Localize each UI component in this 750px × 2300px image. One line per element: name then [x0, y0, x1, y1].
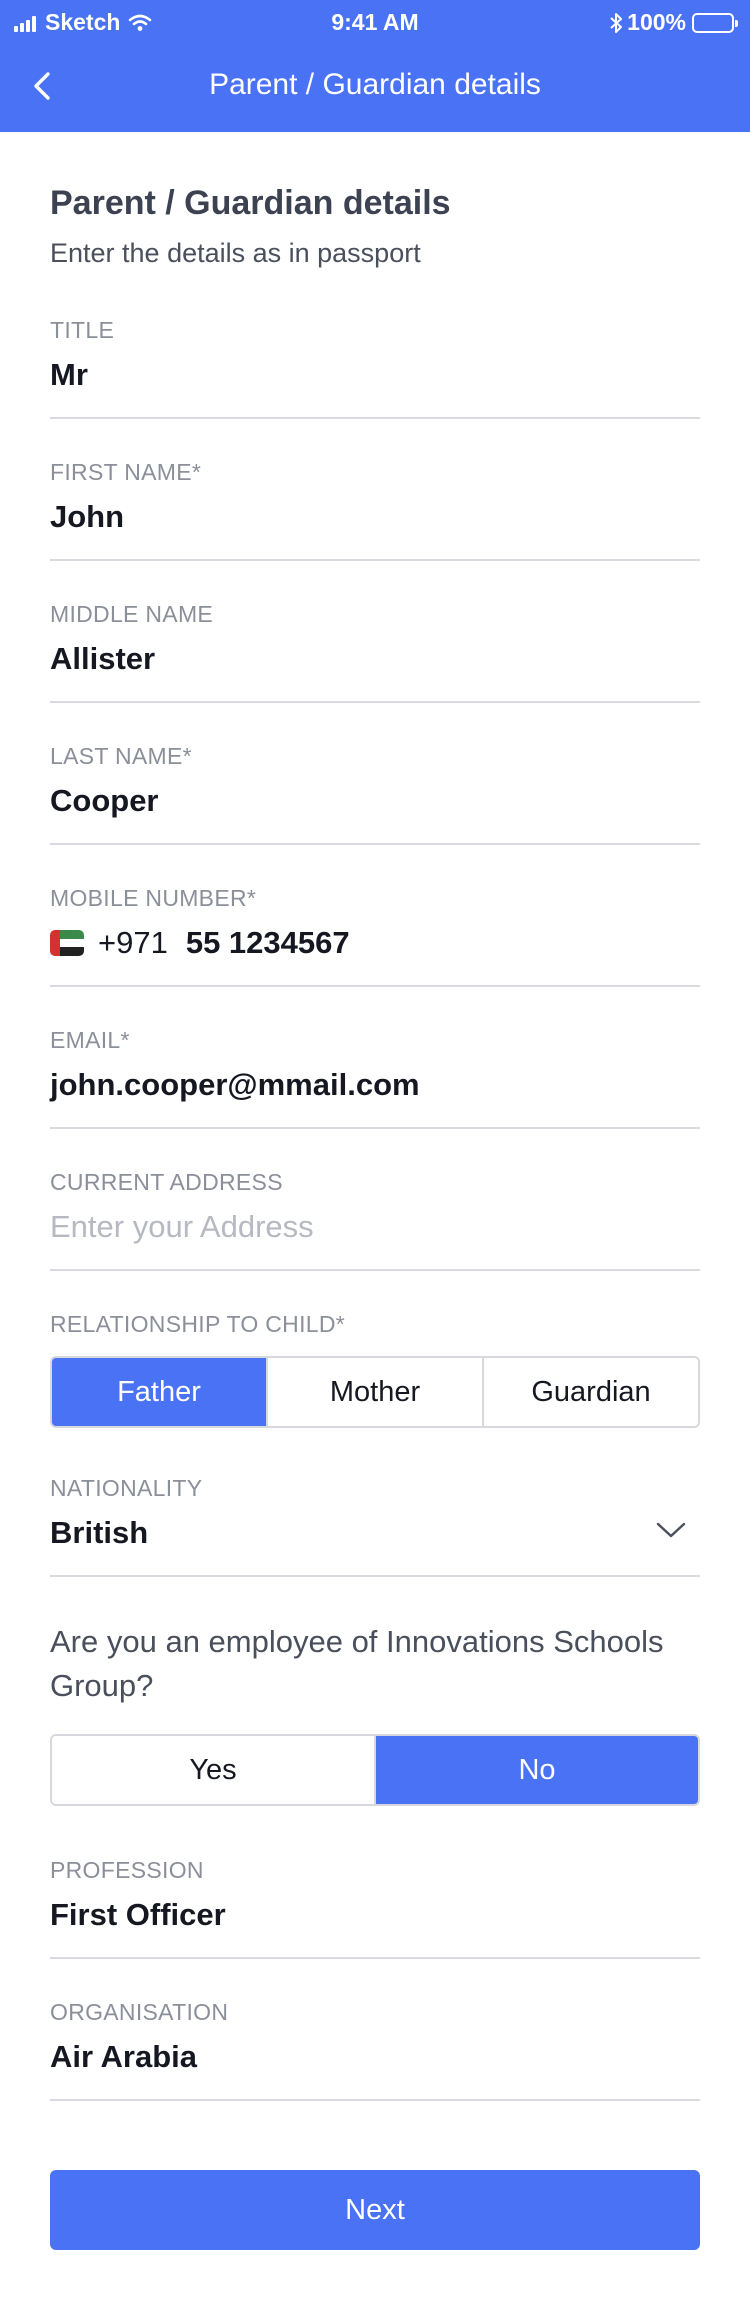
relationship-selector[interactable]: Father Mother Guardian — [50, 1356, 700, 1428]
employee-selector[interactable]: Yes No — [50, 1734, 700, 1806]
employee-option-yes[interactable]: Yes — [52, 1736, 374, 1804]
nationality-field[interactable]: NATIONALITY British — [50, 1475, 700, 1577]
organisation-field[interactable]: ORGANISATION Air Arabia — [50, 1999, 700, 2101]
page-subtitle: Enter the details as in passport — [50, 238, 421, 268]
title-divider — [50, 417, 700, 419]
address-field[interactable]: CURRENT ADDRESS Enter your Address — [50, 1169, 700, 1271]
nationality-divider — [50, 1575, 700, 1577]
status-right: 100% — [609, 9, 738, 36]
uae-flag-icon[interactable] — [50, 930, 84, 956]
last-name-divider — [50, 843, 700, 845]
profession-label: PROFESSION — [50, 1857, 204, 1883]
relationship-label: RELATIONSHIP TO CHILD* — [50, 1311, 346, 1337]
profession-field[interactable]: PROFESSION First Officer — [50, 1857, 700, 1959]
page-title: Parent / Guardian details — [50, 184, 451, 222]
first-name-label: FIRST NAME* — [50, 459, 202, 485]
employee-option-no[interactable]: No — [374, 1736, 698, 1804]
address-divider — [50, 1269, 700, 1271]
chevron-down-icon[interactable] — [656, 1521, 686, 1544]
profession-divider — [50, 1957, 700, 1959]
bluetooth-icon — [609, 12, 623, 34]
mobile-value[interactable]: 55 1234567 — [186, 925, 350, 961]
organisation-label: ORGANISATION — [50, 1999, 229, 2025]
relationship-option-mother[interactable]: Mother — [266, 1358, 482, 1426]
middle-name-value[interactable]: Allister — [50, 641, 155, 677]
last-name-label: LAST NAME* — [50, 743, 192, 769]
mobile-label: MOBILE NUMBER* — [50, 885, 257, 911]
title-value[interactable]: Mr — [50, 357, 88, 393]
middle-name-divider — [50, 701, 700, 703]
organisation-divider — [50, 2099, 700, 2101]
relationship-field: RELATIONSHIP TO CHILD* — [50, 1311, 700, 1341]
relationship-option-guardian[interactable]: Guardian — [482, 1358, 698, 1426]
email-divider — [50, 1127, 700, 1129]
dial-code[interactable]: +971 — [98, 925, 168, 961]
mobile-divider — [50, 985, 700, 987]
nav-title: Parent / Guardian details — [209, 68, 541, 101]
email-value[interactable]: john.cooper@mmail.com — [50, 1067, 420, 1103]
first-name-value[interactable]: John — [50, 499, 124, 535]
email-label: EMAIL* — [50, 1027, 130, 1053]
nationality-label: NATIONALITY — [50, 1475, 203, 1501]
relationship-option-father[interactable]: Father — [52, 1358, 266, 1426]
organisation-value[interactable]: Air Arabia — [50, 2039, 197, 2075]
last-name-field[interactable]: LAST NAME* Cooper — [50, 743, 700, 845]
address-placeholder[interactable]: Enter your Address — [50, 1209, 314, 1245]
battery-percent: 100% — [627, 9, 686, 35]
profession-value[interactable]: First Officer — [50, 1897, 226, 1933]
mobile-input[interactable]: +971 55 1234567 — [50, 925, 350, 961]
status-bar: Sketch 9:41 AM 100% — [0, 0, 750, 44]
middle-name-label: MIDDLE NAME — [50, 601, 214, 627]
title-field[interactable]: TITLE Mr — [50, 317, 700, 419]
address-label: CURRENT ADDRESS — [50, 1169, 283, 1195]
first-name-divider — [50, 559, 700, 561]
last-name-value[interactable]: Cooper — [50, 783, 159, 819]
nav-bar: Parent / Guardian details — [0, 44, 750, 132]
title-label: TITLE — [50, 317, 115, 343]
nationality-value[interactable]: British — [50, 1515, 148, 1551]
mobile-field[interactable]: MOBILE NUMBER* +971 55 1234567 — [50, 885, 700, 987]
first-name-field[interactable]: FIRST NAME* John — [50, 459, 700, 561]
battery-icon — [692, 12, 738, 33]
app-header: Sketch 9:41 AM 100% Parent / Guardian de… — [0, 0, 750, 132]
middle-name-field[interactable]: MIDDLE NAME Allister — [50, 601, 700, 703]
employee-question: Are you an employee of Innovations Schoo… — [50, 1624, 664, 1703]
next-button[interactable]: Next — [50, 2170, 700, 2250]
email-field[interactable]: EMAIL* john.cooper@mmail.com — [50, 1027, 700, 1129]
